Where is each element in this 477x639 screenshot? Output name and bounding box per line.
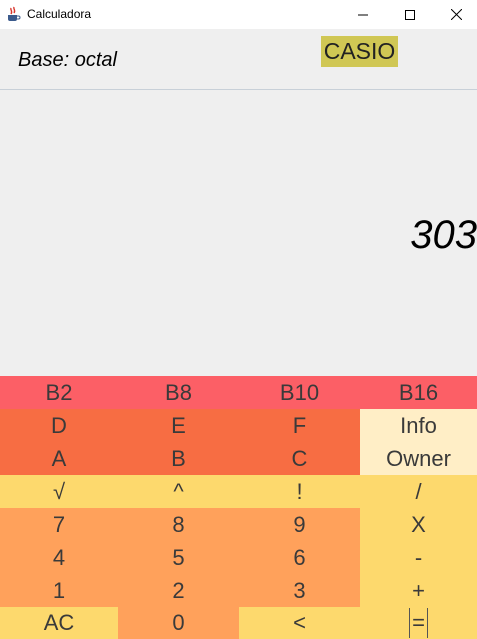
key-factorial[interactable]: ! [239,475,360,508]
base-label: Base: octal [18,49,117,71]
minimize-icon [358,14,368,15]
maximize-button[interactable] [387,0,433,29]
key-backspace[interactable]: < [239,607,360,639]
display-value: 303 [410,213,477,257]
key-equals[interactable]: = [360,607,477,639]
key-add[interactable]: + [360,574,477,607]
owner-button[interactable]: Owner [360,442,477,475]
key-subtract[interactable]: - [360,541,477,574]
key-b10[interactable]: B10 [239,376,360,409]
key-b[interactable]: B [118,442,239,475]
minimize-button[interactable] [340,0,386,29]
key-b16[interactable]: B16 [360,376,477,409]
maximize-icon [405,9,415,20]
display-panel [0,90,477,376]
title-bar: Calculadora [0,0,477,29]
key-equals-label: = [409,608,428,638]
close-button[interactable] [433,0,477,29]
key-divide[interactable]: / [360,475,477,508]
key-multiply[interactable]: X [360,508,477,541]
info-button[interactable]: Info [360,409,477,442]
key-6[interactable]: 6 [239,541,360,574]
brand-logo: CASIO [321,36,398,67]
key-3[interactable]: 3 [239,574,360,607]
key-sqrt[interactable]: √ [0,475,118,508]
java-cup-icon [5,6,21,22]
key-power[interactable]: ^ [118,475,239,508]
key-c[interactable]: C [239,442,360,475]
key-clear[interactable]: AC [0,607,118,639]
window-title: Calculadora [27,7,92,21]
key-2[interactable]: 2 [118,574,239,607]
key-b2[interactable]: B2 [0,376,118,409]
keypad: B2 B8 B10 B16 D E F Info A B C Owner √ ^… [0,376,477,639]
key-7[interactable]: 7 [0,508,118,541]
key-d[interactable]: D [0,409,118,442]
close-icon [450,9,462,20]
key-8[interactable]: 8 [118,508,239,541]
key-a[interactable]: A [0,442,118,475]
key-0[interactable]: 0 [118,607,239,639]
key-e[interactable]: E [118,409,239,442]
key-1[interactable]: 1 [0,574,118,607]
key-4[interactable]: 4 [0,541,118,574]
key-f[interactable]: F [239,409,360,442]
key-5[interactable]: 5 [118,541,239,574]
key-9[interactable]: 9 [239,508,360,541]
key-b8[interactable]: B8 [118,376,239,409]
